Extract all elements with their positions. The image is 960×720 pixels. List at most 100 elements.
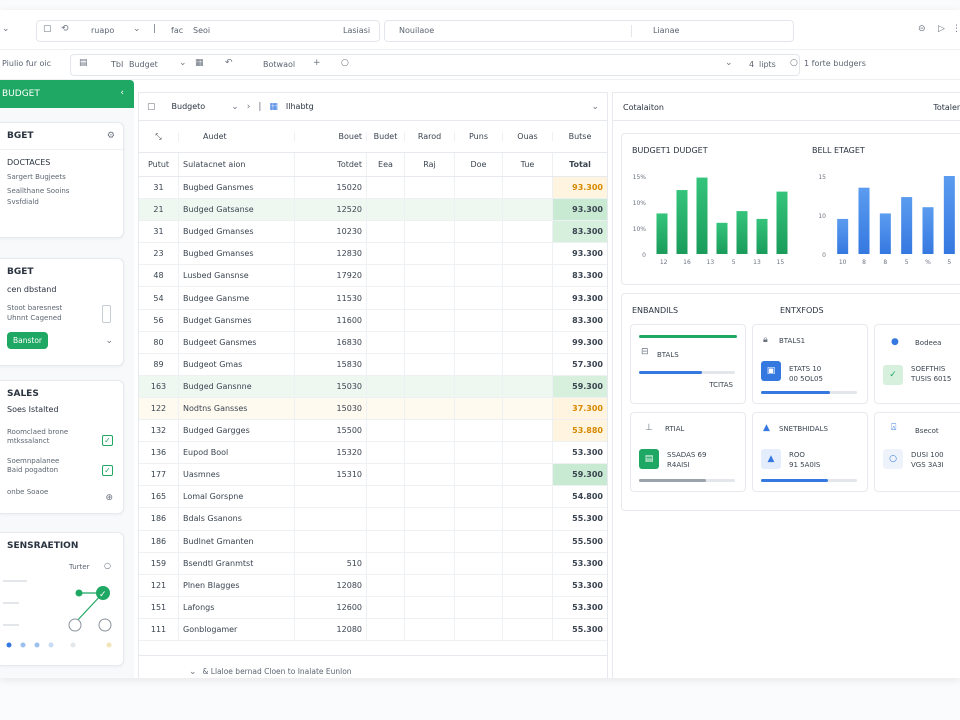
row-cell[interactable] xyxy=(503,309,553,331)
row-cell[interactable] xyxy=(455,442,503,464)
budget-toolbar[interactable]: ▤ TbI Budget ⌄ ▦ ↶ Botwaol + ○ ⌄ 4 lipts xyxy=(70,54,800,76)
row-total[interactable]: 59.300 xyxy=(553,464,607,486)
table-row[interactable]: 89 Budgeot Gmas 15830 57.300 xyxy=(139,353,607,376)
row-total[interactable]: 83.300 xyxy=(553,310,607,331)
row-name[interactable]: Budlnet Gmanten xyxy=(179,530,295,552)
chevron-down-icon[interactable]: ⌄ xyxy=(591,102,599,112)
search-input[interactable]: Nouilaoe Lianae xyxy=(384,20,794,42)
row-cell[interactable] xyxy=(405,574,455,596)
row-id[interactable]: 31 xyxy=(139,177,179,199)
circle-icon[interactable]: ○ xyxy=(341,58,349,68)
checkbox-checked[interactable]: ✓ xyxy=(102,465,113,476)
row-cell[interactable] xyxy=(405,265,455,287)
kpi-card[interactable]: ⍓ Bsecot ○ DUSI 100 VGS 3A3I xyxy=(874,412,960,492)
row-total[interactable]: 53.880 xyxy=(553,420,607,442)
row-cell[interactable] xyxy=(367,243,405,265)
row-cell[interactable] xyxy=(455,309,503,331)
chevron-down-icon[interactable]: ⌄ xyxy=(105,336,113,346)
row-cell[interactable] xyxy=(405,221,455,243)
row-id[interactable]: 122 xyxy=(139,397,179,420)
row-cell[interactable] xyxy=(503,508,553,530)
forward-icon[interactable]: ▷ xyxy=(938,24,945,34)
row-cell[interactable] xyxy=(367,199,405,221)
row-cell[interactable] xyxy=(405,177,455,199)
row-id[interactable]: 159 xyxy=(139,552,179,574)
row-cell[interactable] xyxy=(405,596,455,618)
row-value[interactable]: 12600 xyxy=(295,596,367,618)
row-id[interactable]: 54 xyxy=(139,287,179,309)
row-name[interactable]: Bugbed Gansmes xyxy=(179,177,295,199)
table-row[interactable]: 31 Bugbed Gansmes 15020 93.300 xyxy=(139,177,607,200)
row-value[interactable]: 12080 xyxy=(295,574,367,596)
row-value[interactable]: 510 xyxy=(295,552,367,574)
table-row[interactable]: 159 Bsendtl Granmtst 510 53.300 xyxy=(139,552,607,575)
row-cell[interactable] xyxy=(503,464,553,486)
row-total[interactable]: 53.300 xyxy=(553,575,607,596)
row-cell[interactable] xyxy=(405,552,455,574)
kpi-card[interactable]: ▲ SNETBHIDALS ▲ ROO 91 5A0IS xyxy=(752,412,868,492)
row-name[interactable]: Budgeet Gansmes xyxy=(179,331,295,353)
table-row[interactable]: 31 Budged Gmanses 10230 83.300 xyxy=(139,221,607,244)
rect-icon[interactable]: ▢ xyxy=(43,24,52,34)
plus-icon[interactable]: + xyxy=(313,58,321,68)
row-value[interactable] xyxy=(295,530,367,552)
row-id[interactable]: 186 xyxy=(139,508,179,530)
back-icon[interactable]: ⊝ xyxy=(918,24,926,34)
row-value[interactable]: 11530 xyxy=(295,287,367,309)
row-cell[interactable] xyxy=(367,177,405,199)
row-cell[interactable] xyxy=(503,331,553,353)
kpi-card[interactable]: ⊟ BTALS TCITAS xyxy=(630,324,746,404)
row-value[interactable]: 15310 xyxy=(295,464,367,486)
row-value[interactable]: 12830 xyxy=(295,243,367,265)
row-name[interactable]: Bdals Gsanons xyxy=(179,508,295,530)
row-cell[interactable] xyxy=(405,287,455,309)
row-cell[interactable] xyxy=(367,265,405,287)
row-total[interactable]: 55.300 xyxy=(553,508,607,529)
row-cell[interactable] xyxy=(367,618,405,640)
row-id[interactable]: 186 xyxy=(139,530,179,552)
kpi-card[interactable]: 🔒︎ BTALS1 ▣ ETATS 10 00 5OL05 xyxy=(752,324,868,404)
row-cell[interactable] xyxy=(405,397,455,420)
row-name[interactable]: Lafongs xyxy=(179,596,295,618)
col-header[interactable]: Ouas xyxy=(503,132,553,141)
row-cell[interactable] xyxy=(503,353,553,375)
add-icon[interactable]: ⊕ xyxy=(105,493,113,503)
row-id[interactable]: 132 xyxy=(139,420,179,442)
table-row[interactable]: 177 Uasmnes 15310 59.300 xyxy=(139,464,607,487)
row-id[interactable]: 80 xyxy=(139,331,179,353)
document-icon[interactable]: ▤ xyxy=(79,58,88,68)
row-value[interactable]: 15030 xyxy=(295,375,367,397)
col-subheader[interactable]: Total xyxy=(553,153,607,176)
row-cell[interactable] xyxy=(503,287,553,309)
table-row[interactable]: 111 Gonblogamer 12080 55.300 xyxy=(139,618,607,641)
col-subheader[interactable]: Putut xyxy=(139,153,179,176)
row-cell[interactable] xyxy=(455,375,503,397)
row-cell[interactable] xyxy=(405,442,455,464)
row-name[interactable]: Budgee Gansme xyxy=(179,287,295,309)
toggle-box[interactable] xyxy=(102,305,111,323)
row-name[interactable]: Bsendtl Granmtst xyxy=(179,552,295,574)
table-row[interactable]: 186 Bdals Gsanons 55.300 xyxy=(139,508,607,531)
row-total[interactable]: 53.300 xyxy=(553,442,607,463)
row-cell[interactable] xyxy=(367,397,405,420)
row-cell[interactable] xyxy=(367,287,405,309)
row-cell[interactable] xyxy=(455,596,503,618)
row-value[interactable]: 15830 xyxy=(295,353,367,375)
col-subheader[interactable]: Raj xyxy=(405,153,455,176)
row-name[interactable]: Budged Gansnne xyxy=(179,375,295,397)
budget-select[interactable]: Budget xyxy=(129,60,158,69)
row-value[interactable]: 17920 xyxy=(295,265,367,287)
chevron-down-icon[interactable]: ⌄ xyxy=(725,58,733,68)
row-cell[interactable] xyxy=(367,221,405,243)
row-cell[interactable] xyxy=(455,287,503,309)
gear-icon[interactable]: ⚙ xyxy=(107,131,115,141)
row-name[interactable]: Bugbed Gmanses xyxy=(179,243,295,265)
row-cell[interactable] xyxy=(503,375,553,397)
row-value[interactable]: 12080 xyxy=(295,618,367,640)
row-id[interactable]: 48 xyxy=(139,265,179,287)
chevron-down-icon[interactable]: ⌄ xyxy=(189,667,197,677)
row-total[interactable]: 53.300 xyxy=(553,553,607,574)
row-cell[interactable] xyxy=(405,375,455,397)
row-id[interactable]: 151 xyxy=(139,596,179,618)
table-row[interactable]: 165 Lomal Gorspne 54.800 xyxy=(139,486,607,509)
